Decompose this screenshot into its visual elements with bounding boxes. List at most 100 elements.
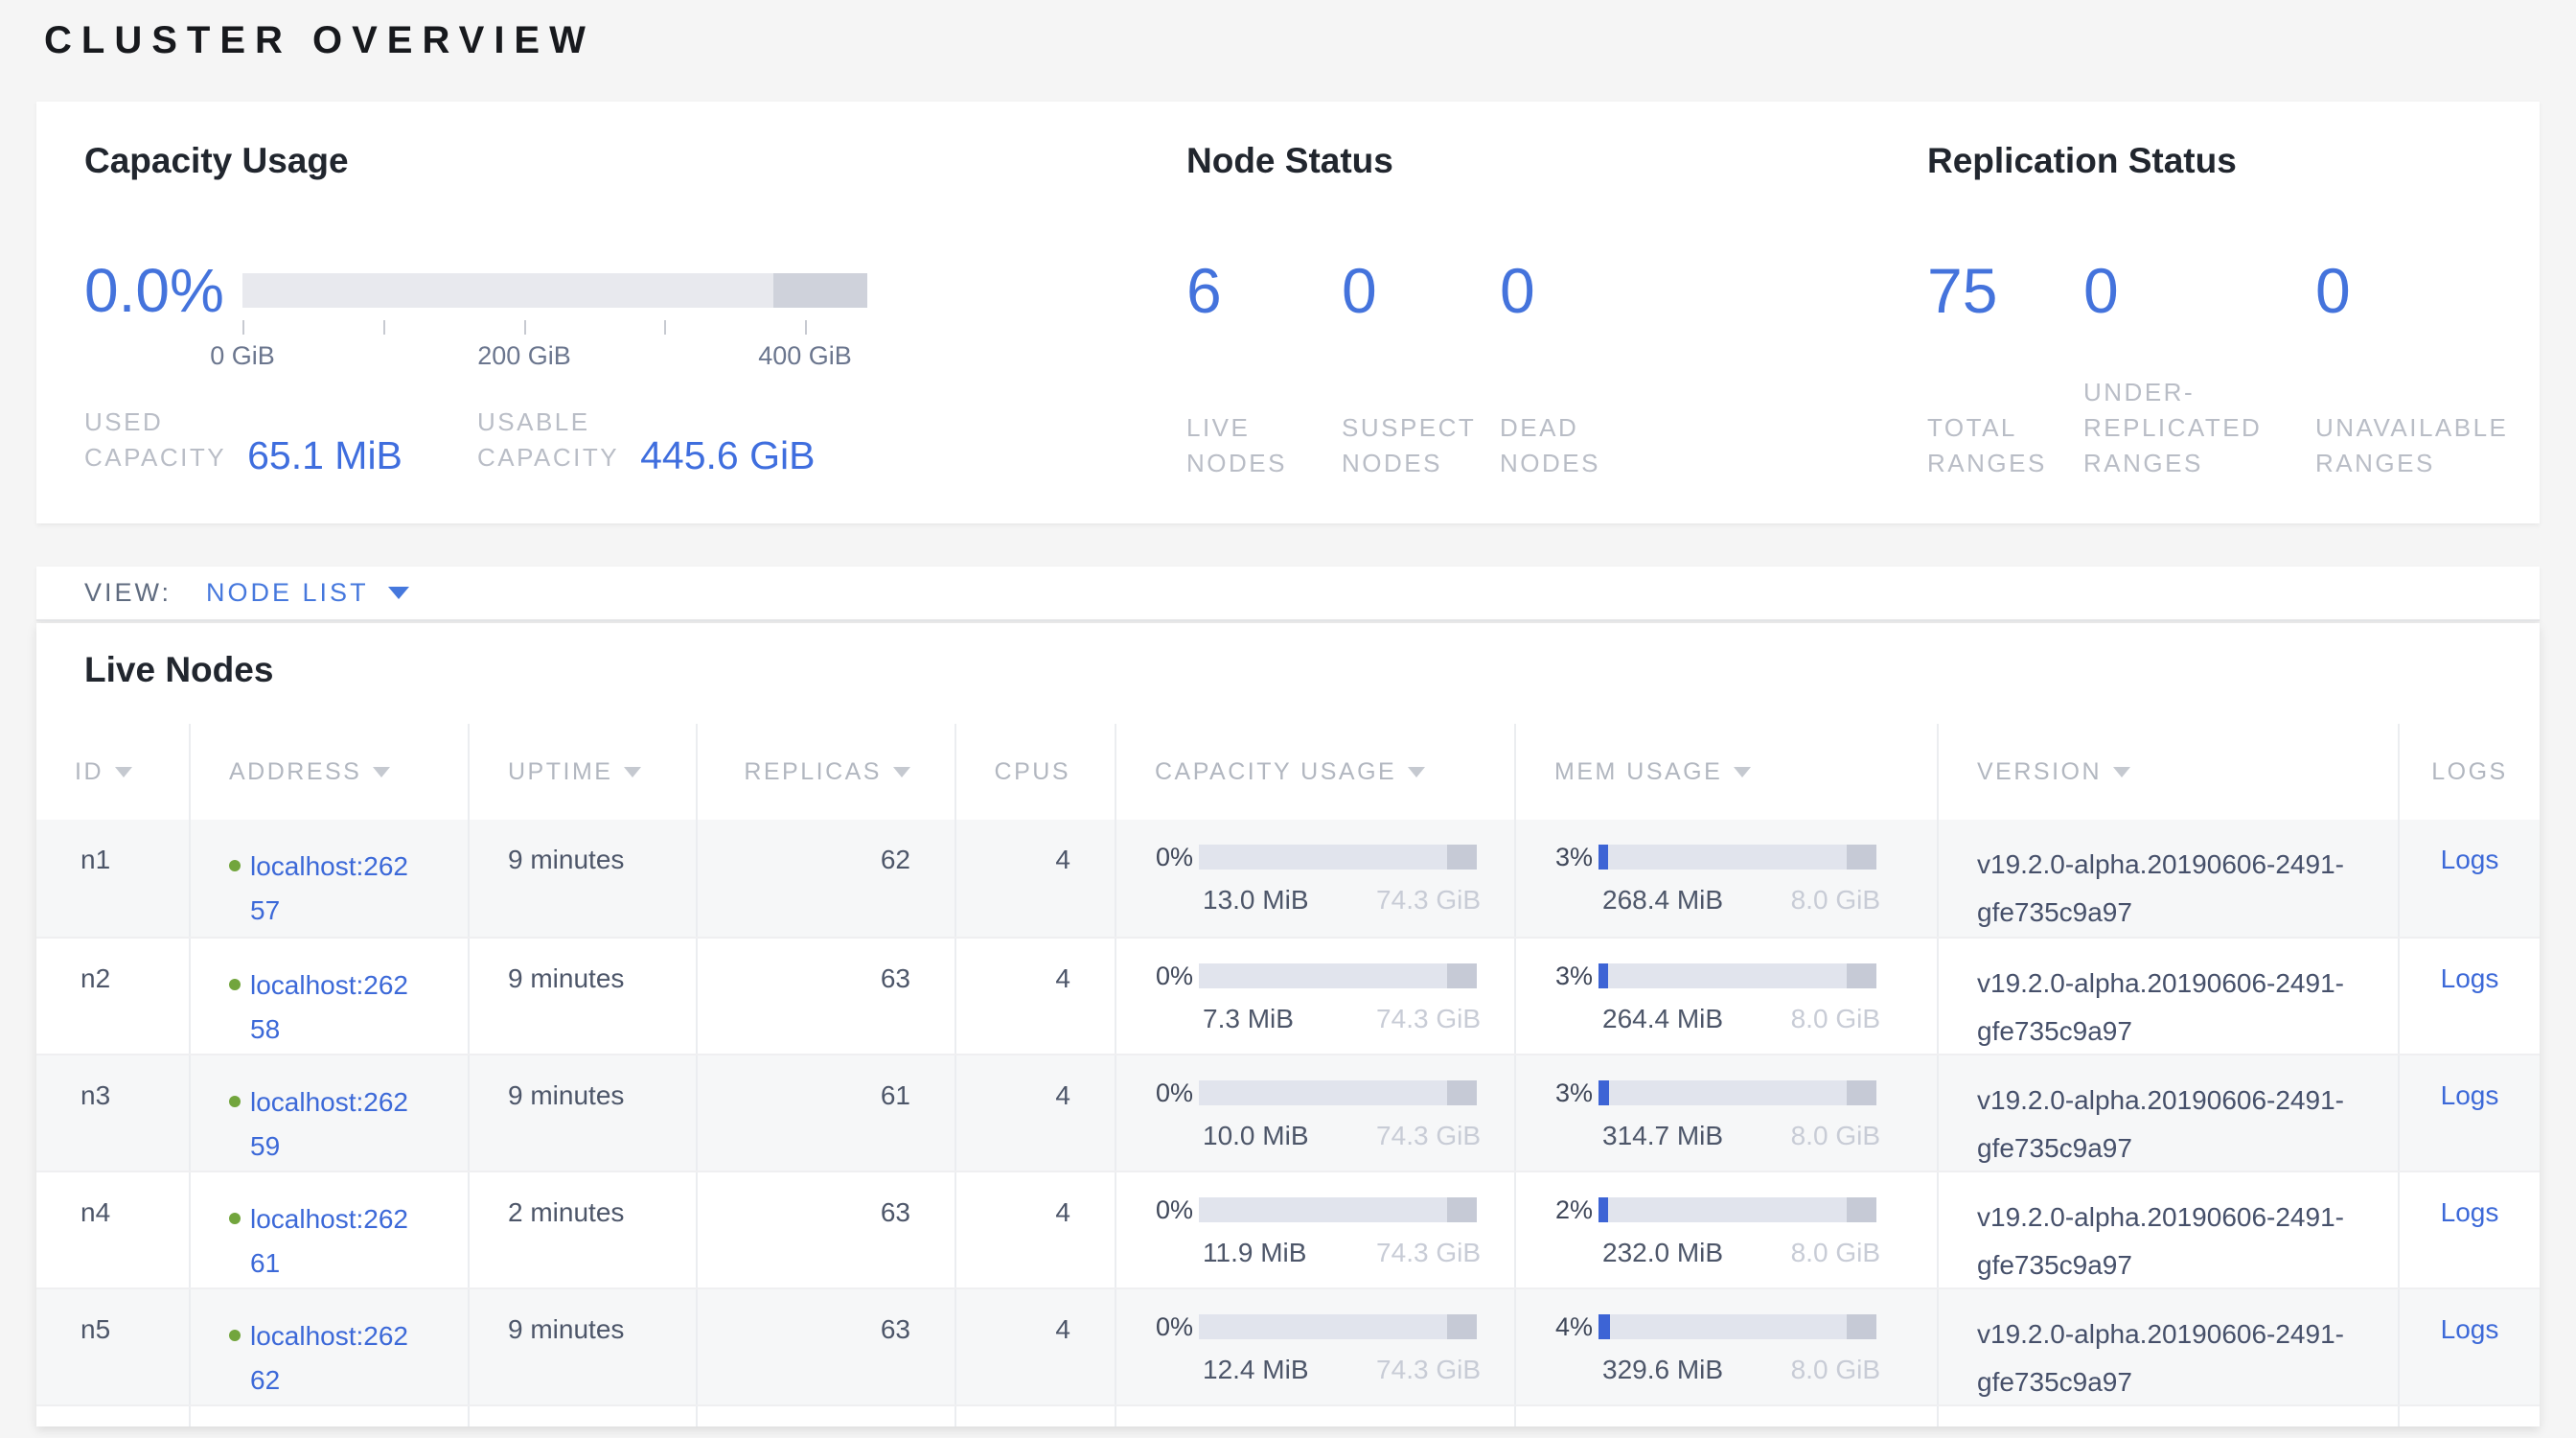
node-address-link[interactable]: localhost:26259 bbox=[250, 1080, 415, 1169]
mem-usage-cell: 2% 232.0 MiB 8.0 GiB bbox=[1516, 1172, 1939, 1287]
sort-desc-icon[interactable] bbox=[2113, 767, 2130, 777]
node-cpus-cell: 4 bbox=[956, 820, 1116, 937]
node-replicas-cell: 61 bbox=[698, 1055, 956, 1171]
node-cpus-cell: 4 bbox=[956, 1055, 1116, 1171]
stat-value: 0 bbox=[2315, 259, 2508, 322]
capacity-used-value: 12.4 MiB bbox=[1203, 1355, 1309, 1385]
mem-usage-bar bbox=[1598, 845, 1876, 870]
column-header-id[interactable]: ID bbox=[36, 724, 191, 820]
node-cpus: 4 bbox=[1055, 845, 1070, 874]
capacity-usage-section: Capacity Usage 0.0% 0 GiB200 GiB400 GiB … bbox=[84, 140, 1186, 523]
mem-total-value: 8.0 GiB bbox=[1791, 1238, 1880, 1268]
view-dropdown[interactable]: NODE LIST bbox=[206, 578, 369, 608]
capacity-usage-bar-end bbox=[1447, 1197, 1477, 1222]
node-logs-link[interactable]: Logs bbox=[2441, 1080, 2499, 1110]
summary-stat: 0UNDER-REPLICATEDRANGES bbox=[2083, 259, 2315, 481]
node-uptime-cell: 9 minutes bbox=[470, 1055, 698, 1171]
summary-stat: 75TOTALRANGES bbox=[1927, 259, 2083, 481]
empty-cell bbox=[1516, 1406, 1939, 1426]
node-uptime-cell: 9 minutes bbox=[470, 1289, 698, 1404]
mem-usage-bar-fill bbox=[1598, 1314, 1610, 1339]
mem-usage-percent: 3% bbox=[1516, 962, 1597, 991]
sort-desc-icon[interactable] bbox=[115, 767, 132, 777]
sort-desc-icon[interactable] bbox=[1408, 767, 1425, 777]
node-address-link[interactable]: localhost:26258 bbox=[250, 963, 415, 1052]
column-header-mem-usage[interactable]: MEM USAGE bbox=[1516, 724, 1939, 820]
view-selector-bar: VIEW: NODE LIST bbox=[36, 567, 2540, 621]
mem-total-value: 8.0 GiB bbox=[1791, 1121, 1880, 1151]
capacity-usage-bar bbox=[1199, 963, 1477, 988]
node-replicas: 63 bbox=[881, 1197, 910, 1227]
mem-usage-bar-end bbox=[1847, 963, 1876, 988]
replication-status-title: Replication Status bbox=[1927, 140, 2540, 182]
node-id: n4 bbox=[80, 1197, 110, 1227]
node-logs-link[interactable]: Logs bbox=[2441, 1314, 2499, 1344]
metric-value: 445.6 GiB bbox=[640, 435, 815, 475]
node-logs-cell: Logs bbox=[2400, 1055, 2540, 1171]
replication-status-stats: 75TOTALRANGES0UNDER-REPLICATEDRANGES0UNA… bbox=[1927, 259, 2540, 481]
table-row-partial bbox=[36, 1404, 2540, 1426]
axis-tick-label: 0 GiB bbox=[210, 341, 275, 371]
capacity-usage-bar bbox=[1199, 845, 1477, 870]
node-id: n1 bbox=[80, 845, 110, 874]
capacity-gauge-bar bbox=[242, 273, 867, 308]
node-id: n2 bbox=[80, 963, 110, 993]
mem-total-value: 8.0 GiB bbox=[1791, 1004, 1880, 1034]
column-header-cpus: CPUS bbox=[956, 724, 1116, 820]
summary-stat: 0UNAVAILABLERANGES bbox=[2315, 259, 2508, 481]
node-replicas: 63 bbox=[881, 963, 910, 993]
node-cpus: 4 bbox=[1055, 963, 1070, 993]
node-replicas: 62 bbox=[881, 845, 910, 874]
column-header-uptime[interactable]: UPTIME bbox=[470, 724, 698, 820]
summary-stat: 6LIVENODES bbox=[1186, 259, 1342, 481]
capacity-usage-percent: 0% bbox=[1116, 1078, 1197, 1108]
table-row: n5 localhost:26262 9 minutes 63 4 0% 12.… bbox=[36, 1287, 2540, 1404]
mem-usage-bar-fill bbox=[1598, 845, 1608, 870]
sort-desc-icon[interactable] bbox=[1734, 767, 1751, 777]
axis-tick-label: 200 GiB bbox=[477, 341, 571, 371]
node-logs-link[interactable]: Logs bbox=[2441, 1197, 2499, 1227]
capacity-usage-percent: 0% bbox=[1116, 962, 1197, 991]
empty-cell bbox=[1116, 1406, 1516, 1426]
live-nodes-title: Live Nodes bbox=[36, 623, 2540, 724]
node-version-cell: v19.2.0-alpha.20190606-2491-gfe735c9a97 bbox=[1939, 1055, 2400, 1171]
capacity-total-value: 74.3 GiB bbox=[1376, 1004, 1481, 1034]
page-title: CLUSTER OVERVIEW bbox=[44, 19, 595, 62]
column-header-label: UPTIME bbox=[508, 758, 612, 786]
node-status-title: Node Status bbox=[1186, 140, 1927, 182]
column-header-capacity-usage[interactable]: CAPACITY USAGE bbox=[1116, 724, 1516, 820]
cluster-summary-card: Capacity Usage 0.0% 0 GiB200 GiB400 GiB … bbox=[36, 102, 2540, 523]
column-header-version[interactable]: VERSION bbox=[1939, 724, 2400, 820]
column-header-replicas[interactable]: REPLICAS bbox=[698, 724, 956, 820]
metric-value: 65.1 MiB bbox=[247, 435, 402, 475]
capacity-used-value: 11.9 MiB bbox=[1203, 1238, 1306, 1268]
capacity-usage-percent: 0% bbox=[1116, 843, 1197, 872]
stat-value: 75 bbox=[1927, 259, 2083, 322]
column-header-label: CAPACITY USAGE bbox=[1155, 758, 1396, 786]
node-address-link[interactable]: localhost:26257 bbox=[250, 845, 415, 933]
mem-usage-cell: 3% 268.4 MiB 8.0 GiB bbox=[1516, 820, 1939, 937]
sort-desc-icon[interactable] bbox=[373, 767, 390, 777]
sort-desc-icon[interactable] bbox=[893, 767, 910, 777]
mem-usage-percent: 2% bbox=[1516, 1195, 1597, 1225]
mem-total-value: 8.0 GiB bbox=[1791, 1355, 1880, 1385]
column-header-label: MEM USAGE bbox=[1554, 758, 1722, 786]
sort-desc-icon[interactable] bbox=[624, 767, 641, 777]
column-header-address[interactable]: ADDRESS bbox=[191, 724, 470, 820]
capacity-usage-cell: 0% 13.0 MiB 74.3 GiB bbox=[1116, 820, 1516, 937]
node-address-link[interactable]: localhost:26261 bbox=[250, 1197, 415, 1286]
stat-value: 6 bbox=[1186, 259, 1342, 322]
node-address-cell: localhost:26261 bbox=[191, 1172, 470, 1287]
capacity-usage-cell: 0% 11.9 MiB 74.3 GiB bbox=[1116, 1172, 1516, 1287]
capacity-percent-value: 0.0% bbox=[84, 260, 242, 321]
column-header-label: CPUS bbox=[995, 758, 1070, 786]
stat-value: 0 bbox=[1342, 259, 1500, 322]
node-live-status-dot-icon bbox=[229, 860, 241, 871]
capacity-usage-bar bbox=[1199, 1080, 1477, 1105]
node-address-link[interactable]: localhost:26262 bbox=[250, 1314, 415, 1403]
dropdown-caret-icon[interactable] bbox=[388, 587, 409, 599]
capacity-usage-cell: 0% 7.3 MiB 74.3 GiB bbox=[1116, 939, 1516, 1054]
node-logs-link[interactable]: Logs bbox=[2441, 845, 2499, 874]
node-logs-link[interactable]: Logs bbox=[2441, 963, 2499, 993]
column-header-label: LOGS bbox=[2431, 758, 2507, 786]
